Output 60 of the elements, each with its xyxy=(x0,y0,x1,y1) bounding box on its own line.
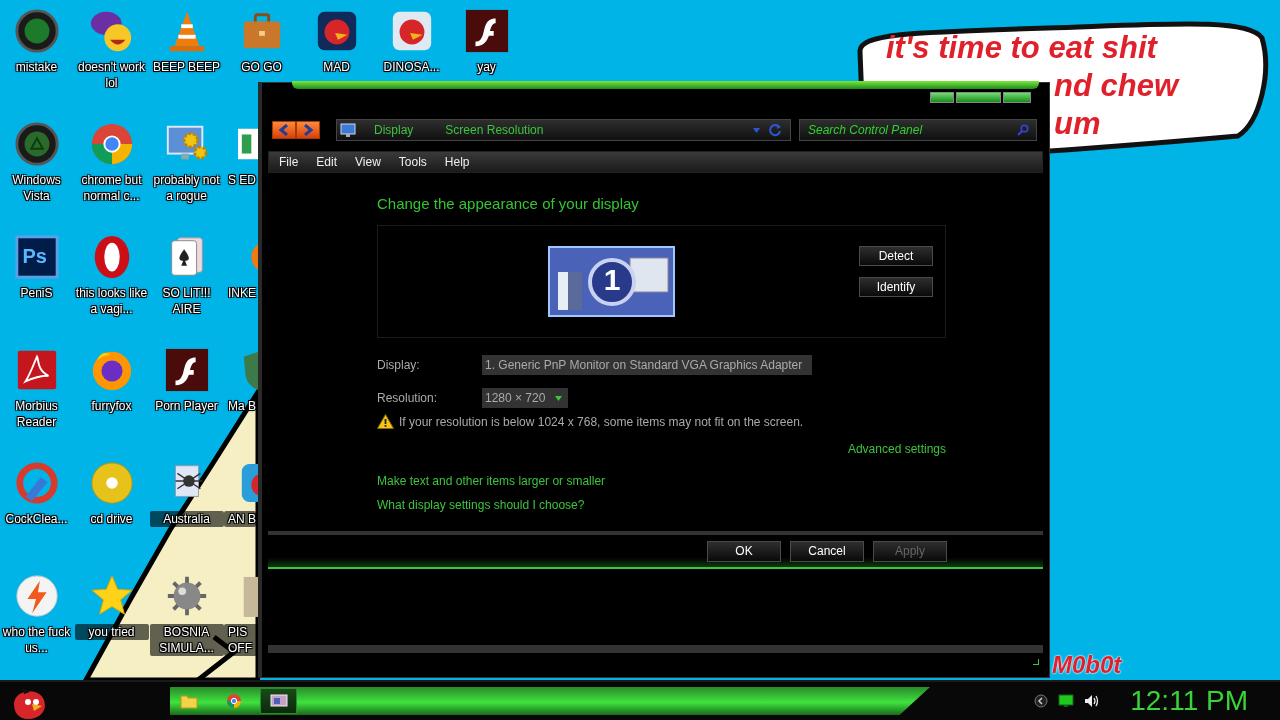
resize-grip-icon[interactable] xyxy=(1033,659,1039,665)
browser-ball-icon xyxy=(225,693,242,709)
help-link[interactable]: What display settings should I choose? xyxy=(377,498,585,512)
panel-button[interactable]: Identify xyxy=(859,277,933,297)
bubble-text: nd chew xyxy=(1054,68,1178,104)
refresh-icon[interactable] xyxy=(768,123,782,137)
signature-text: M0b0t xyxy=(1052,651,1122,679)
app-tile-icon[interactable] xyxy=(13,234,60,280)
breadcrumb-link[interactable]: Display xyxy=(374,123,414,137)
brush-ring-icon[interactable] xyxy=(13,460,60,506)
dropdown[interactable]: 1280 × 720 xyxy=(482,388,568,408)
menu-item[interactable]: File xyxy=(279,155,299,169)
lightning-bolt-icon[interactable] xyxy=(13,573,60,619)
monitor-icon[interactable] xyxy=(1058,694,1075,708)
recycle-badge-icon[interactable] xyxy=(13,121,60,167)
monitor-number: 1 xyxy=(602,262,622,298)
warning-icon xyxy=(377,414,394,429)
help-link[interactable]: Make text and other items larger or smaller xyxy=(377,474,606,488)
breadcrumb-link[interactable]: Screen Resolution xyxy=(445,123,544,137)
desktop-icon-label[interactable]: AN B xyxy=(224,511,256,527)
disc-icon[interactable] xyxy=(88,460,135,506)
desktop-icon-label[interactable]: BOSNIA SIMULA... xyxy=(149,624,224,656)
desktop-icon-label[interactable]: PIS OFF xyxy=(224,624,258,656)
minimize-button[interactable] xyxy=(930,92,954,103)
bubble-text: it's time to eat shit xyxy=(886,30,1157,66)
caret-icon xyxy=(555,395,562,401)
clock[interactable]: 12:11 PM xyxy=(1130,685,1248,717)
icon-letters: Ps xyxy=(22,244,47,268)
dropdown[interactable]: 1. Generic PnP Monitor on Standard VGA Graphics Adapter xyxy=(482,355,812,375)
field-label: Display: xyxy=(377,358,421,372)
monitor-thumbnail[interactable] xyxy=(548,246,675,317)
maximize-button[interactable] xyxy=(956,92,1001,103)
folder-icon xyxy=(179,693,198,709)
dialog-button[interactable]: OK xyxy=(707,540,781,562)
menu-item[interactable]: View xyxy=(355,155,381,169)
taskbar-button[interactable] xyxy=(260,688,297,714)
monitor-icon xyxy=(340,122,356,138)
field-label: Resolution: xyxy=(377,391,439,405)
bubble-text: um xyxy=(1054,106,1101,142)
back-button[interactable] xyxy=(272,121,296,139)
address-bar[interactable]: Display Screen Resolution xyxy=(336,119,791,141)
round-badge-icon[interactable] xyxy=(13,8,60,54)
flash-tile-icon[interactable] xyxy=(463,8,510,54)
dialog-button[interactable]: Cancel xyxy=(790,540,864,562)
forward-button[interactable] xyxy=(296,121,320,139)
menu-item[interactable]: Help xyxy=(444,155,470,169)
search-field[interactable]: Search Control Panel xyxy=(799,119,1037,141)
warning-text: If your resolution is below 1024 x 768, some items may not fit on the screen. xyxy=(399,414,804,429)
speaker-icon[interactable] xyxy=(1084,694,1101,708)
close-button[interactable] xyxy=(1003,92,1031,103)
menu-item[interactable]: Edit xyxy=(316,155,338,169)
page-heading: Change the appearance of your display xyxy=(377,195,640,213)
advanced-settings-link[interactable]: Advanced settings xyxy=(847,442,946,456)
caret-icon[interactable] xyxy=(753,127,760,133)
panel-button[interactable]: Detect xyxy=(859,246,933,266)
menu-item[interactable]: Tools xyxy=(398,155,427,169)
search-icon xyxy=(1017,124,1029,136)
display-settings-icon xyxy=(269,693,288,709)
desktop-icon-label[interactable]: Ma B xyxy=(224,398,256,414)
flash-tile-icon[interactable] xyxy=(163,347,210,393)
